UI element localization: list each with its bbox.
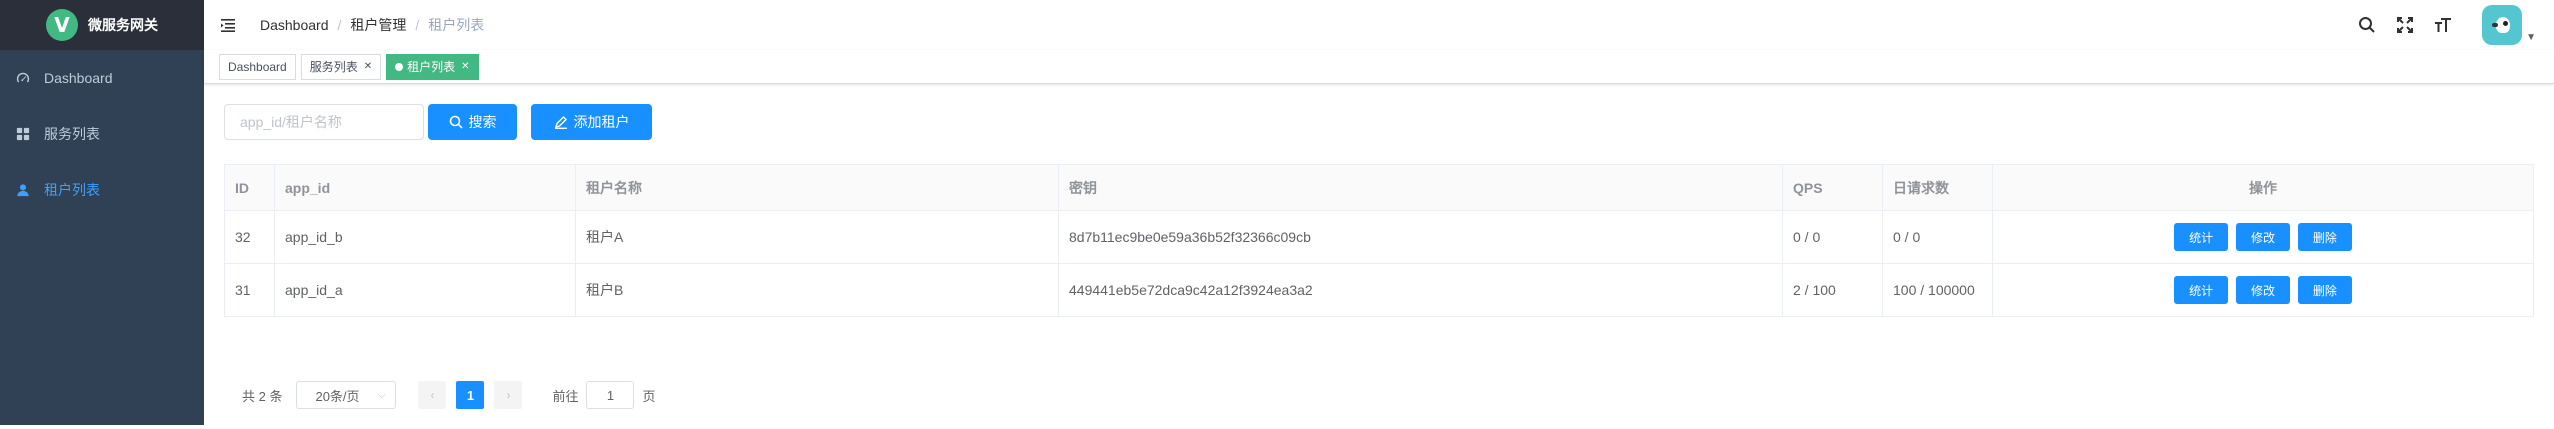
col-header-actions: 操作 (1992, 164, 2534, 211)
cell-qps: 2 / 100 (1782, 263, 1883, 317)
dashboard-icon (16, 71, 30, 85)
tag-services[interactable]: 服务列表 ✕ (300, 53, 382, 80)
cell-secret: 449441eb5e72dca9c42a12f3924ea3a2 (1058, 263, 1783, 317)
cell-secret: 8d7b11ec9be0e59a36b52f32366c09cb (1058, 210, 1783, 264)
tag-dashboard[interactable]: Dashboard (219, 53, 296, 80)
sidebar-logo[interactable]: V 微服务网关 (0, 0, 204, 50)
search-icon (449, 115, 463, 129)
avatar[interactable] (2482, 5, 2523, 45)
hamburger-icon[interactable] (220, 17, 236, 33)
goto-page-input[interactable] (586, 381, 635, 409)
sidebar-item-label: 服务列表 (44, 126, 100, 142)
breadcrumb-item-tenant-list: 租户列表 (428, 17, 485, 33)
active-dot-icon (395, 62, 404, 71)
search-icon[interactable] (2358, 16, 2376, 34)
edit-button[interactable]: 修改 (2235, 223, 2290, 251)
tag-label: 服务列表 (309, 59, 358, 74)
cell-daily: 100 / 100000 (1882, 263, 1993, 317)
cell-id: 32 (224, 210, 275, 264)
goto-label: 前往 (552, 388, 579, 404)
col-header-daily: 日请求数 (1882, 164, 1993, 211)
cell-app-id: app_id_b (274, 210, 576, 264)
grid-icon (16, 127, 30, 141)
table-row: 31 app_id_a 租户B 449441eb5e72dca9c42a12f3… (224, 263, 2534, 317)
cell-actions: 统计 修改 删除 (1992, 263, 2534, 317)
user-icon (16, 183, 30, 197)
table-row: 32 app_id_b 租户A 8d7b11ec9be0e59a36b52f32… (224, 210, 2534, 264)
goto-suffix: 页 (642, 388, 656, 404)
col-header-app-id: app_id (274, 164, 576, 211)
sidebar: V 微服务网关 Dashboard 服务列表 租户列表 (0, 0, 204, 425)
content: 搜索 添加租户 ID app_id 租户名称 密钥 QPS 日请求数 操作 (204, 84, 2554, 429)
cell-name: 租户A (575, 210, 1059, 264)
sidebar-item-label: 租户列表 (44, 182, 100, 198)
font-size-icon[interactable] (2434, 16, 2452, 34)
chevron-down-icon: ⌵ (377, 389, 386, 401)
cell-name: 租户B (575, 263, 1059, 317)
breadcrumb-separator: / (415, 17, 420, 33)
stats-button[interactable]: 统计 (2174, 223, 2229, 251)
sidebar-item-label: Dashboard (44, 70, 113, 86)
cell-app-id: app_id_a (274, 263, 576, 317)
cell-qps: 0 / 0 (1782, 210, 1883, 264)
col-header-secret: 密钥 (1058, 164, 1783, 211)
cell-id: 31 (224, 263, 275, 317)
breadcrumb: Dashboard / 租户管理 / 租户列表 (260, 15, 484, 35)
fullscreen-icon[interactable] (2396, 16, 2414, 34)
breadcrumb-item-tenant-mgmt[interactable]: 租户管理 (350, 15, 406, 35)
right-menu: ▼ (2358, 0, 2554, 50)
pagination-total: 共 2 条 (242, 388, 283, 404)
main-container: Dashboard / 租户管理 / 租户列表 ▼ Dashboard 服务列表… (204, 0, 2554, 425)
delete-button[interactable]: 删除 (2297, 276, 2352, 304)
tags-view: Dashboard 服务列表 ✕ 租户列表 ✕ (204, 50, 2554, 84)
col-header-id: ID (224, 164, 275, 211)
search-button-label: 搜索 (468, 114, 497, 130)
logo-letter: V (54, 13, 70, 37)
delete-button[interactable]: 删除 (2297, 223, 2352, 251)
search-button[interactable]: 搜索 (428, 104, 517, 140)
page-jump: 前往 页 (552, 381, 656, 409)
add-tenant-label: 添加租户 (573, 114, 630, 130)
tenant-table: ID app_id 租户名称 密钥 QPS 日请求数 操作 32 app_id_… (224, 164, 2534, 317)
table-header-row: ID app_id 租户名称 密钥 QPS 日请求数 操作 (224, 164, 2534, 211)
logo-title: 微服务网关 (88, 17, 158, 33)
close-icon[interactable]: ✕ (461, 55, 469, 79)
avatar-dropdown[interactable]: ▼ (2482, 5, 2536, 45)
vue-logo-icon: V (46, 9, 78, 41)
breadcrumb-item-dashboard[interactable]: Dashboard (260, 17, 329, 33)
tag-tenants[interactable]: 租户列表 ✕ (386, 53, 479, 80)
col-header-qps: QPS (1782, 164, 1883, 211)
next-page-button[interactable]: › (494, 381, 523, 409)
add-tenant-button[interactable]: 添加租户 (531, 104, 652, 140)
tag-label: 租户列表 (407, 59, 456, 74)
edit-button[interactable]: 修改 (2235, 276, 2290, 304)
page-number-current[interactable]: 1 (456, 381, 485, 409)
filter-bar: 搜索 添加租户 (224, 104, 2534, 140)
stats-button[interactable]: 统计 (2174, 276, 2229, 304)
prev-page-button[interactable]: ‹ (418, 381, 447, 409)
edit-icon (554, 116, 567, 129)
cell-actions: 统计 修改 删除 (1992, 210, 2534, 264)
page-size-select[interactable]: 20条/页 ⌵ (296, 381, 397, 409)
search-input[interactable] (224, 104, 424, 140)
sidebar-item-services[interactable]: 服务列表 (0, 106, 204, 162)
page-size-value: 20条/页 (315, 388, 360, 404)
col-header-name: 租户名称 (575, 164, 1059, 211)
navbar: Dashboard / 租户管理 / 租户列表 ▼ (204, 0, 2554, 50)
caret-down-icon: ▼ (2526, 32, 2536, 43)
sidebar-item-dashboard[interactable]: Dashboard (0, 50, 204, 106)
close-icon[interactable]: ✕ (364, 55, 372, 79)
pagination: 共 2 条 20条/页 ⌵ ‹ 1 › 前往 页 (224, 381, 2534, 409)
breadcrumb-separator: / (337, 17, 342, 33)
tag-label: Dashboard (228, 59, 287, 74)
sidebar-item-tenants[interactable]: 租户列表 (0, 162, 204, 218)
cell-daily: 0 / 0 (1882, 210, 1993, 264)
